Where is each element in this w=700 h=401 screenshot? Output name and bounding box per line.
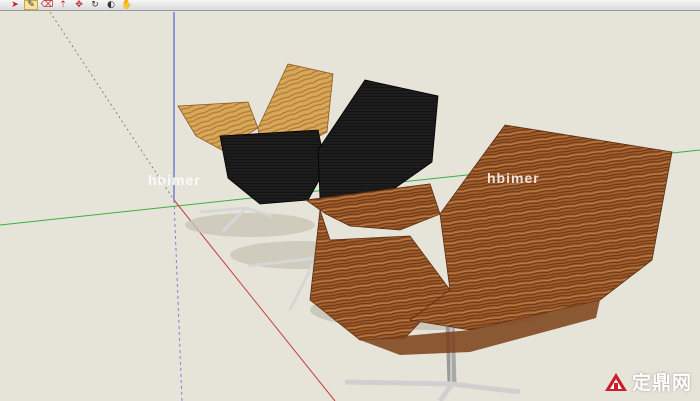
- select-tool[interactable]: ➤: [8, 0, 22, 10]
- pushpull-tool[interactable]: ⇡: [56, 0, 70, 10]
- blue-axis-hidden: [173, 199, 183, 401]
- 3d-viewport[interactable]: hbimer hbimer 定鼎网: [0, 12, 700, 401]
- watermark-left: hbimer: [148, 172, 201, 188]
- site-watermark: 定鼎网: [604, 368, 692, 395]
- pencil-tool[interactable]: ✎: [24, 0, 38, 10]
- arrow-icon: ➤: [11, 0, 19, 10]
- watermark-right: hbimer: [487, 170, 540, 186]
- rotate-tool[interactable]: ↻: [88, 0, 102, 10]
- eraser-icon: ⌫: [40, 0, 54, 10]
- pushpull-icon: ⇡: [59, 0, 67, 10]
- rotate-icon: ↻: [91, 0, 99, 10]
- pan-tool[interactable]: ✋: [120, 0, 134, 10]
- site-name: 定鼎网: [631, 372, 692, 394]
- orbit-icon: ◐: [107, 0, 115, 10]
- hand-icon: ✋: [121, 0, 133, 10]
- move-icon: ✥: [75, 0, 83, 10]
- move-tool[interactable]: ✥: [72, 0, 86, 10]
- eraser-tool[interactable]: ⌫: [40, 0, 54, 10]
- toolbar: ➤ ✎ ⌫ ⇡ ✥ ↻ ◐ ✋: [0, 0, 700, 11]
- orbit-tool[interactable]: ◐: [104, 0, 118, 10]
- site-logo-icon: [604, 372, 627, 391]
- scene-canvas: [0, 12, 700, 401]
- pencil-icon: ✎: [27, 0, 35, 10]
